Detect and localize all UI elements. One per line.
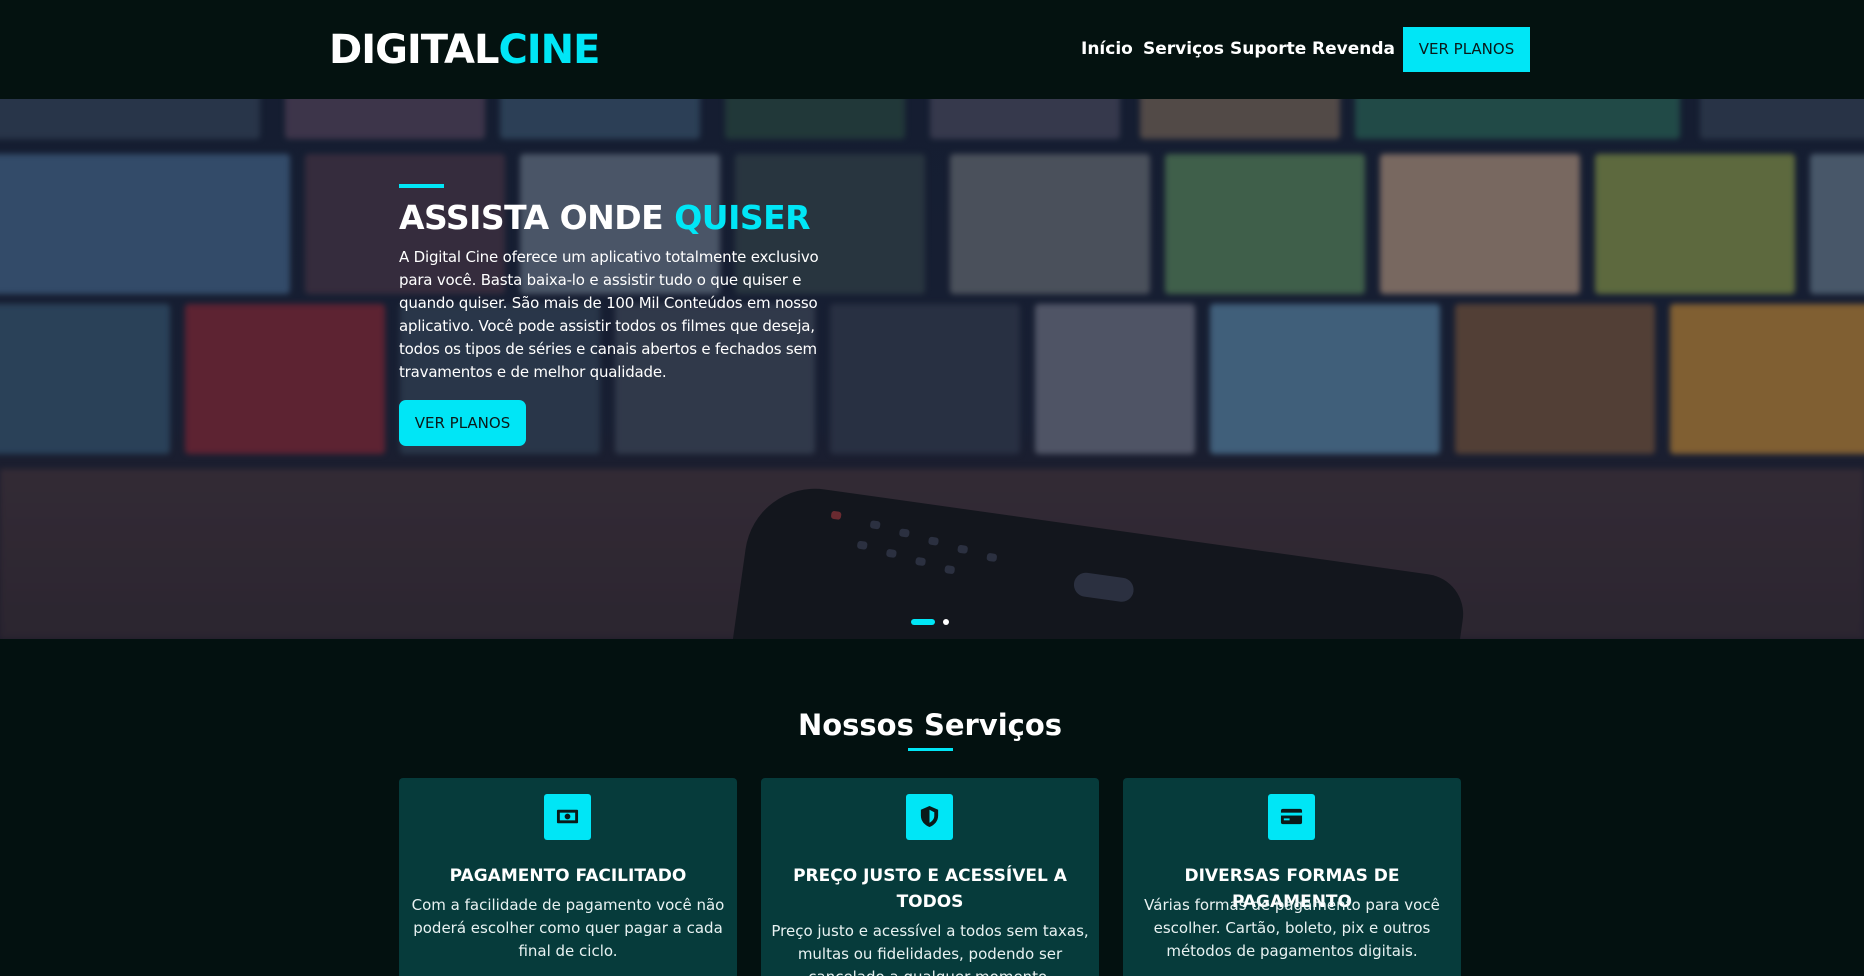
hero-title-accent-bar [399,184,444,188]
card-text: Preço justo e acessível a todos sem taxa… [771,922,1089,976]
card-text: Com a facilidade de pagamento você não p… [411,896,725,960]
shield-icon [906,794,953,840]
logo[interactable]: DIGITALCINE [329,24,600,76]
logo-text-digital: DIGITAL [329,27,499,73]
card-title: PAGAMENTO FACILITADO [449,866,687,886]
hero-description: A Digital Cine oferece um aplicativo tot… [399,248,819,381]
nav-link-inicio[interactable]: Início [1081,37,1133,61]
hero-title: ASSISTA ONDE QUISER [399,197,811,239]
card-text: Várias formas de pagamento para você esc… [1144,896,1440,960]
credit-card-icon [1268,794,1315,840]
card-title: PREÇO JUSTO E ACESSÍVEL A TODOS [793,866,1067,912]
nav-link-revenda[interactable]: Revenda [1312,37,1395,61]
site-header: DIGITALCINE Início Serviços Suporte Reve… [0,0,1864,99]
hero-title-part2: QUISER [674,198,811,237]
header-ver-planos-button[interactable]: VER PLANOS [1403,27,1530,72]
service-card-preco-justo: PREÇO JUSTO E ACESSÍVEL A TODOS Preço ju… [761,778,1099,976]
services-title: Nossos Serviços [797,708,1063,742]
services-title-underline [908,748,953,751]
service-card-pagamento-facilitado: PAGAMENTO FACILITADO Com a facilidade de… [399,778,737,976]
nav-link-servicos[interactable]: Serviços [1143,37,1224,61]
carousel-indicator-1[interactable] [911,619,935,625]
hero-title-part1: ASSISTA ONDE [399,198,664,237]
carousel-indicator-2[interactable] [943,619,949,625]
hero-ver-planos-button[interactable]: VER PLANOS [399,400,526,446]
service-card-diversas-formas: DIVERSAS FORMAS DE PAGAMENTO Várias form… [1123,778,1461,976]
nav-link-suporte[interactable]: Suporte [1230,37,1306,61]
hero-carousel: ASSISTA ONDE QUISER A Digital Cine ofere… [0,99,1864,639]
logo-text-cine: CINE [498,27,600,73]
money-icon [544,794,591,840]
